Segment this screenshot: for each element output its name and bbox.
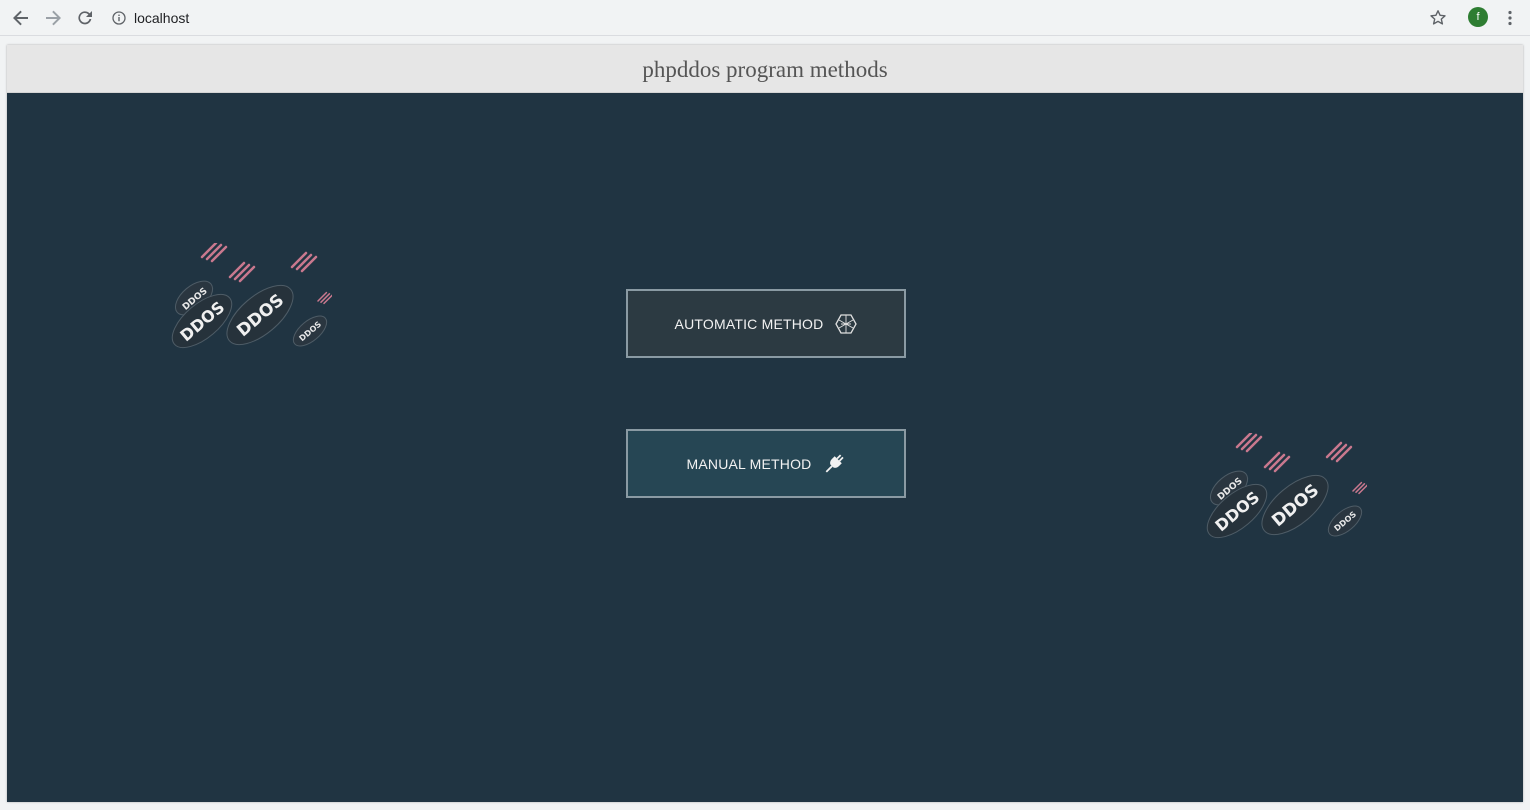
automatic-method-button[interactable]: AUTOMATIC METHOD: [626, 289, 906, 358]
url-text: localhost: [134, 10, 190, 26]
star-icon: [1430, 10, 1446, 25]
automatic-method-label: AUTOMATIC METHOD: [674, 315, 824, 332]
ddos-bombs-illustration: DDOS DDOS DDOS DDOS: [1206, 433, 1367, 539]
hexagon-globe-icon: [835, 313, 858, 334]
reload-button[interactable]: [73, 6, 97, 30]
page-header: phpddos program methods: [7, 45, 1523, 93]
browser-toolbar: localhost f: [0, 0, 1530, 36]
address-bar[interactable]: localhost: [112, 5, 1412, 31]
page-title: phpddos program methods: [642, 56, 888, 82]
manual-method-label: MANUAL METHOD: [686, 455, 812, 472]
reload-icon: [78, 11, 92, 25]
menu-button[interactable]: [1498, 6, 1522, 30]
forward-button[interactable]: [41, 6, 65, 30]
info-icon: [112, 11, 126, 25]
profile-avatar[interactable]: f: [1468, 7, 1488, 27]
back-button[interactable]: [9, 6, 33, 30]
bookmark-button[interactable]: [1426, 6, 1450, 30]
more-vertical-icon: [1508, 10, 1512, 26]
page-viewport: phpddos program methods DDOS DDOS DDOS D…: [7, 45, 1523, 802]
arrow-right-icon: [46, 10, 61, 26]
arrow-left-icon: [13, 10, 28, 26]
manual-method-button[interactable]: MANUAL METHOD: [626, 429, 906, 498]
plug-icon: [823, 453, 845, 475]
ddos-bombs-illustration: DDOS DDOS DDOS DDOS: [171, 243, 332, 349]
